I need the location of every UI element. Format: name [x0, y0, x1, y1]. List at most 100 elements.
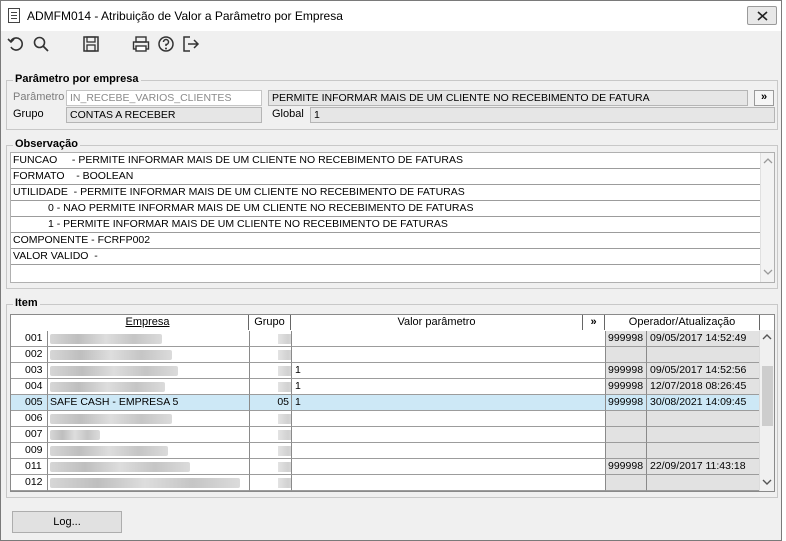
exit-button[interactable]: [182, 35, 202, 55]
operador-cell: 999998: [605, 331, 646, 347]
valor-cell[interactable]: 1: [291, 379, 605, 395]
operador-cell: [605, 347, 646, 363]
grupo-cell: [249, 427, 291, 443]
data-atualizacao-cell: [646, 427, 760, 443]
valor-cell[interactable]: [291, 459, 605, 475]
table-row[interactable]: 009: [11, 443, 760, 459]
valor-cell[interactable]: [291, 475, 605, 491]
grid-header-num: [11, 315, 47, 330]
undo-button[interactable]: [7, 35, 27, 55]
row-number-cell: 003: [11, 363, 47, 379]
data-atualizacao-cell: 09/05/2017 14:52:49: [646, 331, 760, 347]
help-icon: [158, 36, 174, 52]
observacao-line: FUNCAO - PERMITE INFORMAR MAIS DE UM CLI…: [11, 153, 761, 169]
operador-cell: [605, 411, 646, 427]
empresa-cell: [47, 379, 249, 395]
table-row[interactable]: 001 999998 09/05/2017 14:52:49: [11, 331, 760, 347]
redacted-empresa: [50, 366, 178, 376]
valor-cell[interactable]: [291, 443, 605, 459]
item-grid-scrollbar[interactable]: [759, 330, 774, 491]
print-button[interactable]: [132, 35, 152, 55]
save-icon: [83, 36, 99, 52]
search-button[interactable]: [32, 35, 52, 55]
scrollbar-thumb[interactable]: [762, 366, 773, 426]
table-row[interactable]: 003 1 999998 09/05/2017 14:52:56: [11, 363, 760, 379]
table-row[interactable]: 011 999998 22/09/2017 11:43:18: [11, 459, 760, 475]
observacao-text-area[interactable]: FUNCAO - PERMITE INFORMAR MAIS DE UM CLI…: [10, 152, 775, 283]
grid-header-grupo[interactable]: Grupo: [249, 315, 291, 330]
grupo-cell: [249, 475, 291, 491]
redacted-grupo: [278, 414, 291, 424]
row-number-cell: 006: [11, 411, 47, 427]
redacted-grupo: [278, 366, 291, 376]
redacted-grupo: [278, 478, 291, 488]
redacted-grupo: [278, 350, 291, 360]
observacao-line: UTILIDADE - PERMITE INFORMAR MAIS DE UM …: [11, 185, 761, 201]
grid-header-valor[interactable]: Valor parâmetro: [291, 315, 583, 330]
observacao-line: VALOR VALIDO -: [11, 249, 761, 265]
help-button[interactable]: [157, 35, 177, 55]
valor-cell[interactable]: [291, 347, 605, 363]
valor-cell[interactable]: [291, 331, 605, 347]
redacted-grupo: [278, 382, 291, 392]
grid-header-more-button[interactable]: »: [583, 315, 605, 330]
global-label: Global: [272, 108, 304, 120]
save-button[interactable]: [82, 35, 102, 55]
operador-cell: [605, 443, 646, 459]
operador-cell: 999998: [605, 395, 646, 411]
row-number-cell: 012: [11, 475, 47, 491]
observacao-scrollbar[interactable]: [760, 153, 774, 282]
parametro-label: Parâmetro: [13, 91, 65, 103]
toolbar: [1, 31, 781, 59]
row-number-cell: 007: [11, 427, 47, 443]
row-number-cell: 011: [11, 459, 47, 475]
empresa-cell: [47, 427, 249, 443]
close-button[interactable]: [747, 6, 777, 25]
operador-cell: [605, 427, 646, 443]
table-row[interactable]: 002: [11, 347, 760, 363]
grupo-cell: [249, 347, 291, 363]
grupo-cell: [249, 331, 291, 347]
valor-cell[interactable]: 1: [291, 395, 605, 411]
table-row[interactable]: 012: [11, 475, 760, 491]
log-button[interactable]: Log...: [12, 511, 122, 533]
global-field: 1: [310, 107, 775, 123]
empresa-cell: [47, 475, 249, 491]
empresa-cell: [47, 443, 249, 459]
param-legend: Parâmetro por empresa: [13, 73, 141, 85]
redacted-grupo: [278, 462, 291, 472]
grid-header-operador[interactable]: Operador/Atualização: [605, 315, 760, 330]
close-icon: [757, 11, 768, 21]
grupo-cell: [249, 443, 291, 459]
grid-header-empresa[interactable]: Empresa: [47, 315, 249, 330]
main-window: ADMFM014 - Atribuição de Valor a Parâmet…: [0, 0, 782, 541]
param-group: Parâmetro por empresa Parâmetro IN_RECEB…: [6, 73, 778, 130]
redacted-empresa: [50, 478, 240, 488]
app-document-icon: [8, 8, 20, 23]
observacao-line: FORMATO - BOOLEAN: [11, 169, 761, 185]
data-atualizacao-cell: 09/05/2017 14:52:56: [646, 363, 760, 379]
table-row[interactable]: 006: [11, 411, 760, 427]
operador-cell: 999998: [605, 379, 646, 395]
valor-cell[interactable]: 1: [291, 363, 605, 379]
table-row[interactable]: 004 1 999998 12/07/2018 08:26:45: [11, 379, 760, 395]
redacted-empresa: [50, 462, 190, 472]
valor-cell[interactable]: [291, 427, 605, 443]
empresa-cell: SAFE CASH - EMPRESA 5: [47, 395, 249, 411]
grupo-cell: [249, 379, 291, 395]
redacted-grupo: [278, 446, 291, 456]
grupo-cell: [249, 363, 291, 379]
parametro-lookup-button[interactable]: »: [754, 90, 774, 106]
grupo-field: CONTAS A RECEBER: [66, 107, 262, 123]
row-number-cell: 001: [11, 331, 47, 347]
row-number-cell: 005: [11, 395, 47, 411]
table-row[interactable]: 007: [11, 427, 760, 443]
parametro-input[interactable]: IN_RECEBE_VARIOS_CLIENTES: [66, 90, 262, 106]
data-atualizacao-cell: [646, 411, 760, 427]
observacao-line: 1 - PERMITE INFORMAR MAIS DE UM CLIENTE …: [11, 217, 761, 233]
table-row[interactable]: 005 SAFE CASH - EMPRESA 5 05 1 999998 30/08/2…: [11, 395, 760, 411]
row-number-cell: 002: [11, 347, 47, 363]
operador-cell: 999998: [605, 363, 646, 379]
item-grid: Empresa Grupo Valor parâmetro » Operador…: [10, 314, 775, 492]
valor-cell[interactable]: [291, 411, 605, 427]
